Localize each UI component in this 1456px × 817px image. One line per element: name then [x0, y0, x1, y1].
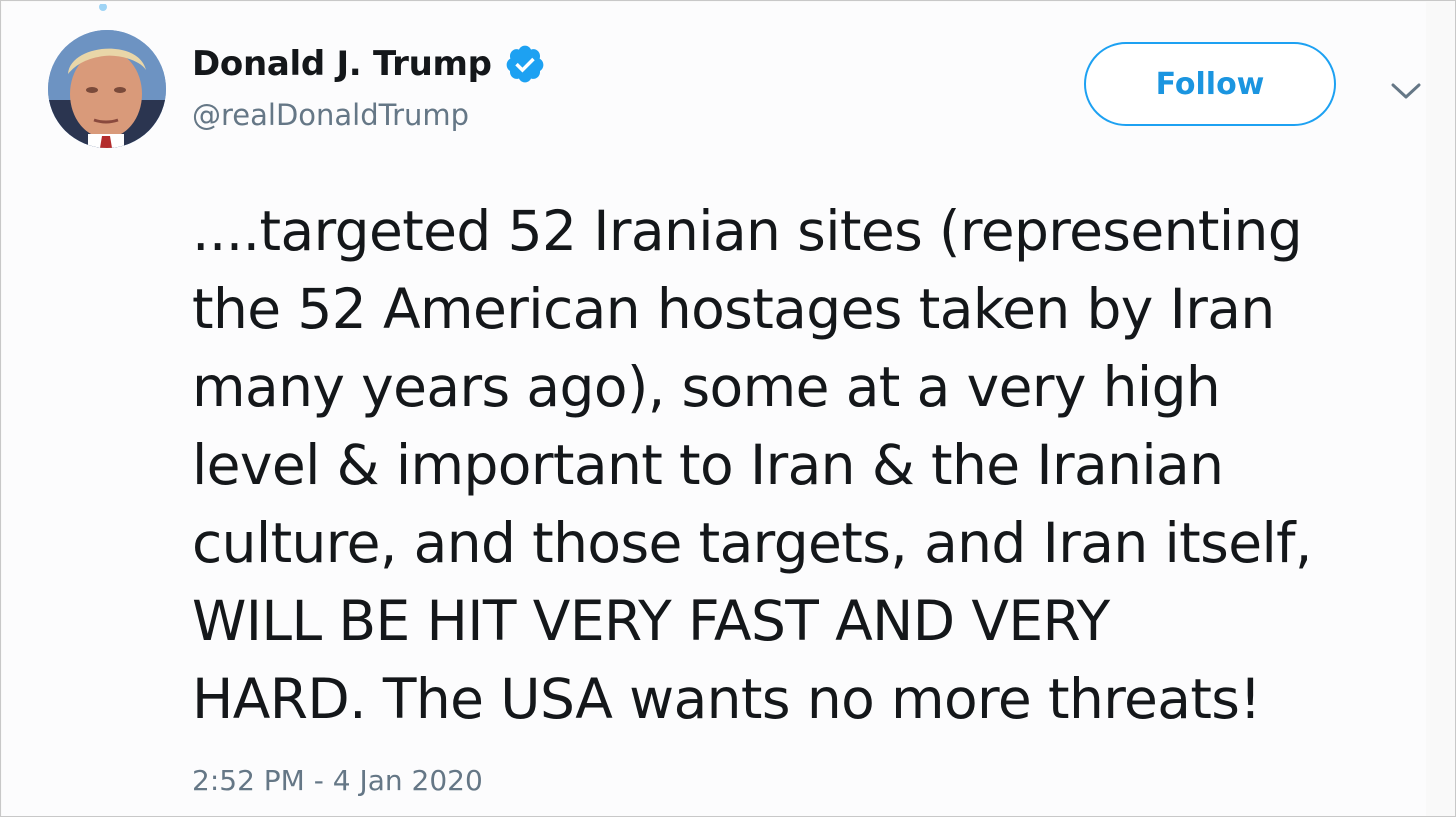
- user-handle[interactable]: @realDonaldTrump: [192, 98, 469, 132]
- display-name-row: Donald J. Trump: [192, 38, 546, 90]
- tweet-timestamp[interactable]: 2:52 PM - 4 Jan 2020: [192, 764, 483, 797]
- avatar[interactable]: [48, 30, 166, 148]
- partial-icon: [99, 4, 107, 11]
- chevron-down-icon[interactable]: [1388, 78, 1424, 104]
- screenshot-frame: Donald J. Trump @realDonaldTrump Follow …: [0, 0, 1456, 817]
- follow-button[interactable]: Follow: [1084, 42, 1336, 126]
- display-name[interactable]: Donald J. Trump: [192, 44, 492, 84]
- tweet-text: ....targeted 52 Iranian sites (represent…: [192, 199, 1312, 731]
- tweet-card: Donald J. Trump @realDonaldTrump Follow …: [2, 2, 1426, 816]
- verified-badge-icon: [506, 45, 544, 83]
- profile-photo-icon: [48, 30, 166, 148]
